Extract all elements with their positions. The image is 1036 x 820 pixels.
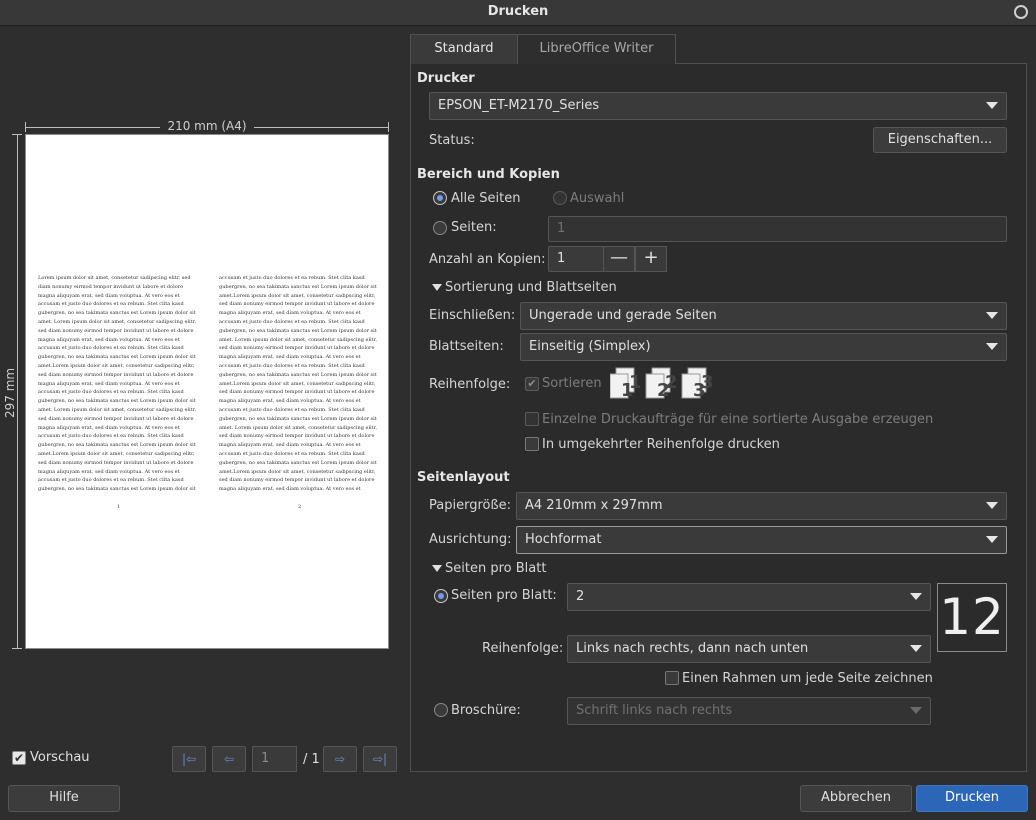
selection-radio[interactable]	[553, 191, 567, 205]
next-page-button[interactable]: ⇨	[323, 746, 357, 772]
page-border-checkbox[interactable]	[665, 671, 679, 685]
preview-checkbox[interactable]: ✔	[12, 751, 26, 765]
printer-select[interactable]: EPSON_ET-M2170_Series	[429, 92, 1007, 120]
sides-select-value: Einseitig (Simplex)	[529, 339, 651, 354]
pages-input[interactable]: 1	[548, 216, 1007, 242]
separate-jobs-label: Einzelne Druckaufträge für eine sortiert…	[542, 412, 934, 427]
collation-expander[interactable]: Sortierung und Blattseiten	[445, 280, 617, 295]
orientation-label: Ausrichtung:	[429, 532, 512, 547]
orientation-select[interactable]: Hochformat	[516, 526, 1007, 554]
first-page-icon: |⇦	[181, 752, 197, 766]
range-section-title: Bereich und Kopien	[417, 167, 560, 182]
increase-copies-button[interactable]: +	[635, 246, 667, 272]
copies-label: Anzahl an Kopien:	[429, 252, 546, 267]
page-number-input[interactable]: 1	[252, 746, 297, 772]
arrow-left-icon: ⇦	[223, 752, 235, 766]
pages-per-sheet-select[interactable]: 2	[567, 583, 931, 611]
include-select-value: Ungerade und gerade Seiten	[529, 308, 717, 323]
properties-button[interactable]: Eigenschaften...	[873, 127, 1007, 153]
brochure-radio[interactable]	[434, 703, 448, 717]
collate-label: Sortieren	[542, 376, 602, 391]
expander-arrow-icon	[432, 565, 442, 572]
window-title: Drucken	[487, 4, 549, 19]
copies-input[interactable]: 1	[548, 246, 604, 272]
height-dimension-line	[17, 134, 18, 649]
chevron-down-icon	[986, 102, 998, 109]
include-label: Einschließen:	[429, 308, 516, 323]
paper-size-select-value: A4 210mm x 297mm	[525, 498, 663, 513]
selection-label: Auswahl	[570, 191, 625, 206]
page-border-label: Einen Rahmen um jede Seite zeichnen	[682, 671, 933, 686]
printer-select-value: EPSON_ET-M2170_Series	[438, 98, 600, 113]
arrow-right-icon: ⇨	[334, 752, 346, 766]
pages-radio[interactable]	[433, 221, 447, 235]
preview-right-page-number: 2	[298, 504, 302, 510]
width-dimension-tick	[25, 122, 26, 132]
sides-label: Blattseiten:	[429, 339, 504, 354]
expander-arrow-icon	[432, 284, 442, 291]
layout-section-title: Seitenlayout	[417, 470, 510, 485]
page-width-label: 210 mm (A4)	[160, 119, 254, 133]
reverse-order-label: In umgekehrter Reihenfolge drucken	[542, 437, 780, 452]
svg-text:3: 3	[693, 380, 706, 401]
height-dimension-tick	[12, 648, 22, 649]
decrease-copies-button[interactable]: —	[603, 246, 635, 272]
chevron-down-icon	[910, 707, 922, 714]
paper-size-select[interactable]: A4 210mm x 297mm	[516, 492, 1007, 520]
page-height-label: 297 mm	[3, 365, 17, 420]
chevron-down-icon	[986, 536, 998, 543]
help-button[interactable]: Hilfe	[8, 785, 120, 812]
reverse-order-checkbox[interactable]	[525, 437, 539, 451]
svg-text:2: 2	[657, 380, 670, 401]
last-page-icon: ⇨|	[372, 752, 388, 766]
pages-label: Seiten:	[451, 220, 497, 235]
sides-select[interactable]: Einseitig (Simplex)	[520, 333, 1007, 361]
page-order-select[interactable]: Links nach rechts, dann nach unten	[567, 635, 931, 663]
status-label: Status:	[429, 133, 475, 148]
brochure-label: Broschüre:	[451, 703, 521, 718]
chevron-down-icon	[986, 343, 998, 350]
tab-standard[interactable]: Standard	[410, 34, 518, 64]
all-pages-label: Alle Seiten	[451, 191, 521, 206]
orientation-select-value: Hochformat	[525, 532, 602, 547]
pages-per-sheet-radio[interactable]	[434, 589, 448, 603]
cancel-button[interactable]: Abbrechen	[800, 785, 912, 812]
pages-per-sheet-preview: 12	[937, 583, 1007, 652]
svg-text:1: 1	[621, 380, 634, 401]
paper-size-label: Papiergröße:	[429, 498, 512, 513]
tab-libreoffice-writer[interactable]: LibreOffice Writer	[518, 34, 676, 64]
chevron-down-icon	[986, 312, 998, 319]
preview-left-page-number: 1	[117, 504, 121, 510]
collate-pages-icon: 11 22 33	[610, 367, 714, 401]
brochure-select-value: Schrift links nach rechts	[576, 703, 733, 718]
chevron-down-icon	[910, 645, 922, 652]
preview-checkbox-label: Vorschau	[30, 750, 90, 765]
printer-section-title: Drucker	[417, 71, 475, 86]
pages-per-sheet-expander[interactable]: Seiten pro Blatt	[445, 561, 546, 576]
order-label: Reihenfolge:	[429, 377, 511, 392]
chevron-down-icon	[910, 593, 922, 600]
height-dimension-tick	[12, 134, 22, 135]
include-select[interactable]: Ungerade und gerade Seiten	[520, 302, 1007, 330]
first-page-button[interactable]: |⇦	[172, 746, 206, 772]
collate-checkbox[interactable]: ✔	[525, 377, 539, 391]
brochure-select[interactable]: Schrift links nach rechts	[567, 697, 931, 725]
chevron-down-icon	[986, 502, 998, 509]
page-preview: Lorem ipsum dolor sit amet, consetetur s…	[25, 134, 389, 649]
last-page-button[interactable]: ⇨|	[363, 746, 397, 772]
page-total: / 1	[303, 752, 320, 767]
print-button[interactable]: Drucken	[916, 785, 1028, 812]
all-pages-radio[interactable]	[433, 191, 447, 205]
close-icon[interactable]	[1014, 5, 1028, 19]
width-dimension-tick	[388, 122, 389, 132]
pages-per-sheet-select-value: 2	[576, 589, 585, 604]
preview-right-page-text: accusam et justo duo dolores et ea rebum…	[219, 275, 378, 493]
previous-page-button[interactable]: ⇦	[212, 746, 246, 772]
page-order-label: Reihenfolge:	[482, 641, 564, 656]
page-order-select-value: Links nach rechts, dann nach unten	[576, 641, 809, 656]
preview-left-page-text: Lorem ipsum dolor sit amet, consetetur s…	[38, 275, 197, 493]
pages-per-sheet-label: Seiten pro Blatt:	[451, 588, 557, 603]
separate-jobs-checkbox[interactable]	[525, 412, 539, 426]
